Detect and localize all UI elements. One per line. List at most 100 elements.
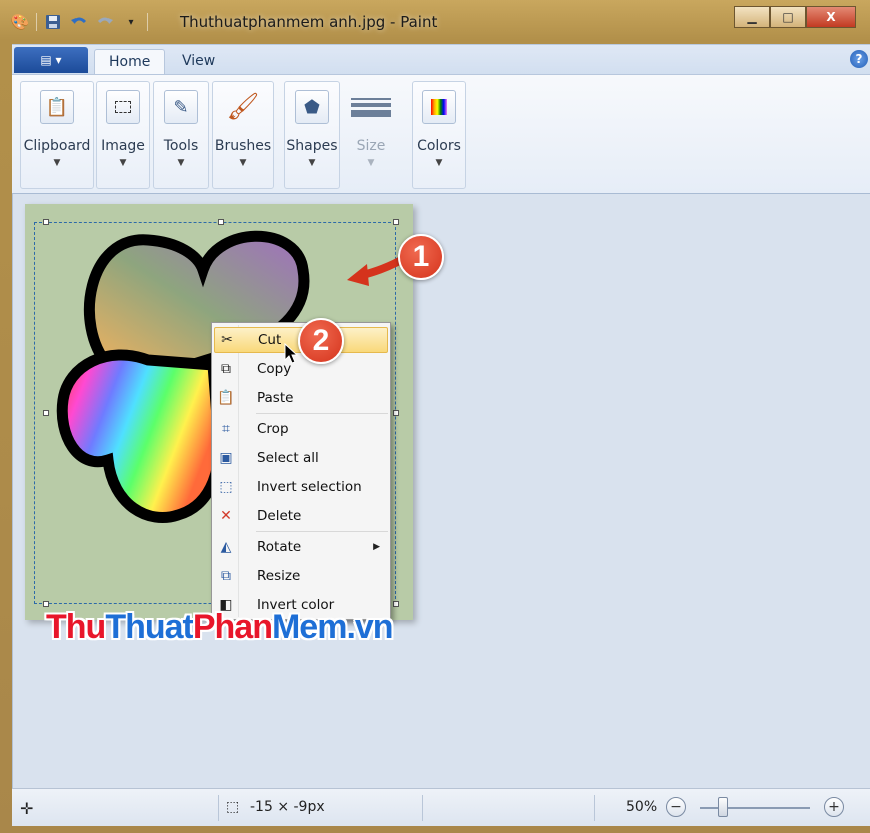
group-label: Brushes bbox=[214, 138, 272, 154]
watermark-logo: ThuThuatPhanMem.vn bbox=[46, 608, 394, 647]
paint-window: 🎨 ▾ Thuthuatphanmem anh.jpg - Paint ▁ □ … bbox=[0, 0, 870, 833]
menu-item-label: Delete bbox=[257, 508, 302, 524]
chevron-down-icon: ▼ bbox=[239, 158, 247, 168]
minimize-button[interactable]: ▁ bbox=[734, 6, 770, 28]
menu-item-invert-selection[interactable]: ⬚ Invert selection bbox=[214, 474, 388, 500]
cursor-position-icon: ✛ bbox=[20, 799, 34, 818]
chevron-down-icon: ▼ bbox=[435, 158, 443, 168]
watermark-part: Mem.vn bbox=[271, 608, 394, 646]
menu-item-delete[interactable]: ✕ Delete bbox=[214, 503, 388, 529]
shapes-group[interactable]: ⬟ Shapes ▼ bbox=[284, 81, 340, 189]
brush-icon: 🖌 bbox=[226, 92, 260, 122]
chevron-down-icon: ▼ bbox=[53, 158, 61, 168]
brushes-group[interactable]: 🖌 Brushes ▼ bbox=[212, 81, 274, 189]
menu-item-rotate[interactable]: ◭ Rotate ▶ bbox=[214, 534, 388, 560]
maximize-icon: □ bbox=[782, 10, 794, 24]
zoom-in-button[interactable]: + bbox=[824, 797, 844, 817]
menu-item-resize[interactable]: ⧉ Resize bbox=[214, 563, 388, 589]
resize-handle[interactable] bbox=[393, 601, 399, 607]
group-label: Size bbox=[356, 138, 386, 154]
selection-size-icon: ⬚ bbox=[226, 799, 240, 815]
help-icon[interactable]: ? bbox=[850, 50, 868, 68]
menu-item-paste[interactable]: 📋 Paste bbox=[214, 385, 388, 411]
zoom-slider-thumb[interactable] bbox=[718, 797, 728, 817]
menu-item-label: Cut bbox=[258, 332, 282, 348]
clipboard-group[interactable]: 📋 Clipboard ▼ bbox=[20, 81, 94, 189]
select-all-icon: ▣ bbox=[219, 450, 233, 466]
window-controls: ▁ □ X bbox=[734, 6, 856, 28]
menu-item-label: Rotate bbox=[257, 539, 302, 555]
ribbon-panel: 📋 Clipboard ▼ Image ▼ ✎ Tools ▼ 🖌 Brushe… bbox=[12, 74, 870, 194]
tools-group[interactable]: ✎ Tools ▼ bbox=[153, 81, 209, 189]
status-divider bbox=[422, 795, 423, 821]
undo-icon[interactable] bbox=[69, 12, 89, 32]
zoom-out-button[interactable]: − bbox=[666, 797, 686, 817]
colors-icon bbox=[422, 90, 456, 124]
toolbar-divider bbox=[147, 13, 148, 31]
menu-item-label: Paste bbox=[257, 390, 294, 406]
paint-app-icon[interactable]: 🎨 bbox=[10, 12, 30, 32]
select-icon bbox=[106, 90, 140, 124]
size-group: Size ▼ bbox=[344, 81, 398, 189]
watermark-part: Phan bbox=[192, 608, 273, 646]
paint-menu-button[interactable]: ▤ ▾ bbox=[14, 47, 88, 73]
paste-icon: 📋 bbox=[217, 390, 235, 406]
ribbon-tabs: ▤ ▾ Home View ? bbox=[12, 44, 870, 75]
copy-icon: ⧉ bbox=[221, 361, 231, 377]
scissors-icon: ✂ bbox=[221, 332, 233, 348]
menu-separator bbox=[256, 413, 388, 414]
menu-item-select-all[interactable]: ▣ Select all bbox=[214, 445, 388, 471]
chevron-down-icon: ▼ bbox=[308, 158, 316, 168]
menu-item-copy[interactable]: ⧉ Copy bbox=[214, 356, 388, 382]
crop-icon: ⌗ bbox=[222, 421, 230, 437]
submenu-arrow-icon: ▶ bbox=[373, 542, 380, 552]
clipboard-icon: 📋 bbox=[40, 90, 74, 124]
status-divider bbox=[594, 795, 595, 821]
menu-item-label: Select all bbox=[257, 450, 319, 466]
group-label: Image bbox=[101, 138, 145, 154]
resize-handle[interactable] bbox=[393, 219, 399, 225]
context-menu: ✂ Cut ⧉ Copy 📋 Paste ⌗ Crop ▣ Select all… bbox=[211, 322, 391, 620]
zoom-slider-track[interactable] bbox=[700, 807, 810, 809]
tab-home[interactable]: Home bbox=[94, 49, 166, 75]
group-label: Shapes bbox=[286, 138, 338, 154]
menu-item-label: Crop bbox=[257, 421, 289, 437]
image-group[interactable]: Image ▼ bbox=[96, 81, 150, 189]
step-badge-1: 1 bbox=[398, 234, 444, 280]
title-bar: 🎨 ▾ Thuthuatphanmem anh.jpg - Paint ▁ □ … bbox=[0, 0, 870, 44]
resize-handle[interactable] bbox=[218, 219, 224, 225]
menu-item-crop[interactable]: ⌗ Crop bbox=[214, 416, 388, 442]
chevron-down-icon: ▼ bbox=[177, 158, 185, 168]
group-label: Clipboard bbox=[23, 138, 91, 154]
delete-icon: ✕ bbox=[220, 508, 232, 524]
menu-item-label: Resize bbox=[257, 568, 301, 584]
group-label: Colors bbox=[417, 138, 461, 154]
minimize-icon: ▁ bbox=[747, 10, 757, 24]
redo-icon[interactable] bbox=[95, 12, 115, 32]
save-icon[interactable] bbox=[43, 12, 63, 32]
resize-handle[interactable] bbox=[43, 410, 49, 416]
status-divider bbox=[218, 795, 219, 821]
resize-handle[interactable] bbox=[43, 219, 49, 225]
resize-handle[interactable] bbox=[43, 601, 49, 607]
watermark-part: Thuat bbox=[105, 608, 194, 646]
shapes-icon: ⬟ bbox=[295, 90, 329, 124]
selection-size-text: -15 × -9px bbox=[250, 799, 325, 815]
tab-view[interactable]: View bbox=[168, 49, 229, 75]
maximize-button[interactable]: □ bbox=[770, 6, 806, 28]
menu-item-label: Invert selection bbox=[257, 479, 362, 495]
window-title: Thuthuatphanmem anh.jpg - Paint bbox=[180, 13, 438, 31]
customize-toolbar-icon[interactable]: ▾ bbox=[121, 12, 141, 32]
resize-icon: ⧉ bbox=[221, 568, 231, 584]
menu-icon: ▤ ▾ bbox=[40, 53, 62, 67]
colors-group[interactable]: Colors ▼ bbox=[412, 81, 466, 189]
close-icon: X bbox=[826, 10, 836, 24]
resize-handle[interactable] bbox=[393, 410, 399, 416]
invert-selection-icon: ⬚ bbox=[219, 479, 233, 495]
close-button[interactable]: X bbox=[806, 6, 856, 28]
chevron-down-icon: ▼ bbox=[367, 158, 375, 168]
menu-separator bbox=[256, 531, 388, 532]
status-bar: ✛ ⬚ -15 × -9px 50% − + bbox=[12, 788, 870, 826]
zoom-level: 50% bbox=[626, 799, 658, 815]
chevron-down-icon: ▼ bbox=[119, 158, 127, 168]
